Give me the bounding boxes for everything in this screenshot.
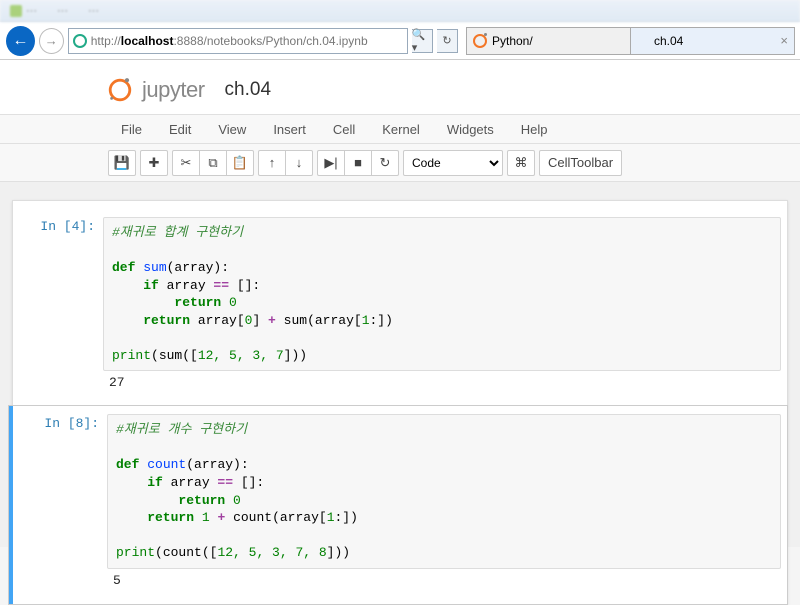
menu-cell[interactable]: Cell [320, 116, 368, 143]
celltype-select[interactable]: Code [403, 150, 503, 176]
browser-tabs: Python/ ch.04 × [466, 27, 794, 55]
tab-ch04[interactable]: ch.04 × [630, 27, 795, 55]
move-up-button[interactable]: ↑ [258, 150, 286, 176]
jupyter-icon [473, 34, 487, 48]
output-area: 27 [103, 371, 781, 398]
code-input[interactable]: #재귀로 합계 구현하기 def sum(array): if array ==… [103, 217, 781, 371]
ie-icon [73, 34, 87, 48]
save-button[interactable]: 💾 [108, 150, 136, 176]
search-dropdown[interactable]: 🔍 ▾ [412, 29, 433, 53]
menu-edit[interactable]: Edit [156, 116, 204, 143]
os-titlebar: ··· ··· ··· [0, 0, 800, 22]
tab-python-dir[interactable]: Python/ [466, 27, 631, 55]
code-cell[interactable]: In [4]: #재귀로 합계 구현하기 def sum(array): if … [13, 209, 787, 406]
url-text: http://localhost:8888/notebooks/Python/c… [91, 34, 368, 48]
close-icon[interactable]: × [780, 33, 788, 48]
paste-button[interactable]: 📋 [226, 150, 254, 176]
menu-file[interactable]: File [108, 116, 155, 143]
cut-button[interactable]: ✂ [172, 150, 200, 176]
jupyter-logo[interactable]: jupyter [106, 76, 205, 104]
back-button[interactable]: ← [6, 26, 35, 56]
refresh-button[interactable]: ↻ [437, 29, 458, 53]
add-cell-button[interactable]: ✚ [140, 150, 168, 176]
code-cell[interactable]: In [8]: #재귀로 개수 구현하기 def count(array): i… [9, 406, 787, 603]
address-bar[interactable]: http://localhost:8888/notebooks/Python/c… [68, 28, 408, 54]
menu-insert[interactable]: Insert [260, 116, 319, 143]
tab-label: Python/ [492, 34, 533, 48]
menubar: File Edit View Insert Cell Kernel Widget… [0, 114, 800, 144]
jupyter-header: jupyter ch.04 [0, 60, 800, 114]
menu-widgets[interactable]: Widgets [434, 116, 507, 143]
copy-button[interactable]: ⧉ [199, 150, 227, 176]
code-input[interactable]: #재귀로 개수 구현하기 def count(array): if array … [107, 414, 781, 568]
input-prompt: In [8]: [17, 408, 107, 601]
jupyter-page: jupyter ch.04 File Edit View Insert Cell… [0, 60, 800, 547]
interrupt-button[interactable]: ■ [344, 150, 372, 176]
menu-kernel[interactable]: Kernel [369, 116, 433, 143]
restart-button[interactable]: ↻ [371, 150, 399, 176]
output-area: 5 [107, 569, 781, 596]
command-palette-button[interactable]: ⌘ [507, 150, 535, 176]
ie-icon [637, 35, 649, 47]
logo-text: jupyter [142, 77, 205, 103]
jupyter-icon [106, 76, 134, 104]
notebook-area: In [4]: #재귀로 합계 구현하기 def sum(array): if … [0, 182, 800, 547]
toolbar: 💾 ✚ ✂ ⧉ 📋 ↑ ↓ ▶| ■ ↻ Code ⌘ CellToolbar [0, 144, 800, 182]
celltoolbar-button[interactable]: CellToolbar [539, 150, 622, 176]
browser-toolbar: ← → http://localhost:8888/notebooks/Pyth… [0, 22, 800, 60]
move-down-button[interactable]: ↓ [285, 150, 313, 176]
menu-help[interactable]: Help [508, 116, 561, 143]
run-button[interactable]: ▶| [317, 150, 345, 176]
notebook-container: In [4]: #재귀로 합계 구현하기 def sum(array): if … [12, 200, 788, 605]
tab-label: ch.04 [654, 34, 683, 48]
forward-button[interactable]: → [39, 28, 64, 54]
notebook-name[interactable]: ch.04 [225, 79, 271, 101]
menu-view[interactable]: View [205, 116, 259, 143]
cell-body: #재귀로 합계 구현하기 def sum(array): if array ==… [103, 211, 781, 404]
input-prompt: In [4]: [13, 211, 103, 404]
cell-body: #재귀로 개수 구현하기 def count(array): if array … [107, 408, 781, 601]
